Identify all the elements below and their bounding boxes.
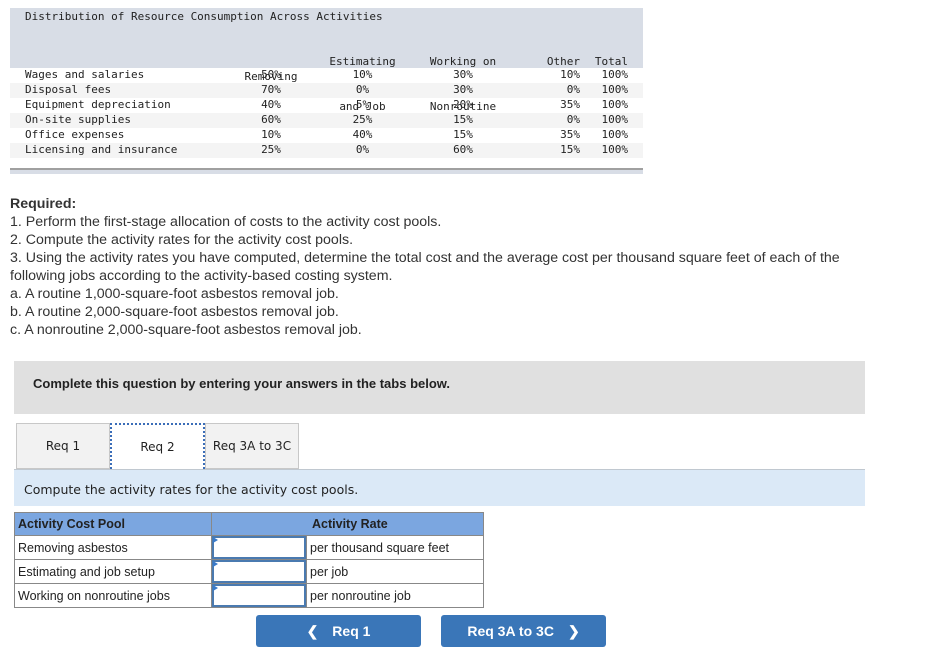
required-section: Required: 1. Perform the first-stage all… bbox=[10, 195, 840, 339]
table-header-row: Activity Cost Pool Activity Rate bbox=[14, 512, 484, 536]
input-marker-icon bbox=[213, 561, 218, 567]
next-req-3a-to-3c-button[interactable]: Req 3A to 3C ❯ bbox=[441, 615, 606, 647]
cell-label: Disposal fees bbox=[25, 83, 112, 96]
cell-working: 15% bbox=[453, 113, 473, 126]
cell-other: 35% bbox=[560, 98, 580, 111]
cell-other: 10% bbox=[560, 68, 580, 81]
rate-input-estimating-job-setup[interactable] bbox=[212, 560, 306, 583]
required-line: 2. Compute the activity rates for the ac… bbox=[10, 232, 354, 248]
table-row: Office expenses 10% 40% 15% 35% 100% bbox=[10, 128, 643, 143]
table-row: Working on nonroutine jobs per nonroutin… bbox=[14, 583, 484, 608]
tab-req-2[interactable]: Req 2 bbox=[110, 423, 205, 469]
cell-total: 100% bbox=[601, 68, 629, 81]
rate-cell bbox=[211, 535, 307, 560]
required-line: b. A routine 2,000-square-foot asbestos … bbox=[10, 304, 339, 320]
required-line: following jobs according to the activity… bbox=[10, 268, 393, 284]
col-total: Total bbox=[594, 55, 628, 68]
required-heading: Required: bbox=[10, 196, 77, 212]
cell-removing: 25% bbox=[261, 143, 281, 156]
cell-total: 100% bbox=[601, 83, 629, 96]
header-activity-rate: Activity Rate bbox=[211, 512, 484, 536]
cell-removing: 50% bbox=[261, 68, 281, 81]
rate-input-removing-asbestos[interactable] bbox=[212, 536, 306, 559]
tab-instruction: Compute the activity rates for the activ… bbox=[14, 469, 865, 506]
cell-estimating: 5% bbox=[355, 98, 370, 111]
tab-req-1[interactable]: Req 1 bbox=[16, 423, 110, 469]
table-row: Equipment depreciation 40% 5% 20% 35% 100% bbox=[10, 98, 643, 113]
table-row: Removing asbestos per thousand square fe… bbox=[14, 535, 484, 560]
cell-working: 60% bbox=[453, 143, 473, 156]
prev-button-label: Req 1 bbox=[332, 623, 371, 639]
input-marker-icon bbox=[213, 585, 218, 591]
rate-unit: per thousand square feet bbox=[306, 535, 484, 560]
cell-estimating: 40% bbox=[352, 128, 373, 141]
cell-working: 15% bbox=[453, 128, 473, 141]
chevron-left-icon: ❮ bbox=[306, 622, 319, 639]
activity-rate-table: Activity Cost Pool Activity Rate Removin… bbox=[14, 512, 484, 608]
table-row: Licensing and insurance 25% 0% 60% 15% 100% bbox=[10, 143, 643, 158]
cell-other: 0% bbox=[566, 113, 580, 126]
cell-label: Office expenses bbox=[25, 128, 125, 141]
cell-total: 100% bbox=[601, 113, 629, 126]
cell-estimating: 0% bbox=[355, 83, 370, 96]
tab-req-3a-to-3c[interactable]: Req 3A to 3C bbox=[205, 423, 299, 469]
cell-working: 30% bbox=[453, 68, 473, 81]
required-line: c. A nonroutine 2,000-square-foot asbest… bbox=[10, 322, 362, 338]
rate-cell bbox=[211, 583, 307, 608]
col-label: Working on bbox=[429, 55, 497, 68]
cell-removing: 60% bbox=[261, 113, 281, 126]
table-row: Disposal fees 70% 0% 30% 0% 100% bbox=[10, 83, 643, 98]
table-header: Distribution of Resource Consumption Acr… bbox=[10, 8, 643, 158]
cell-other: 0% bbox=[566, 83, 580, 96]
pool-name: Estimating and job setup bbox=[14, 559, 212, 584]
cell-label: Equipment depreciation bbox=[25, 98, 171, 111]
table-row: Wages and salaries 50% 10% 30% 10% 100% bbox=[10, 68, 643, 83]
cell-other: 35% bbox=[560, 128, 580, 141]
next-button-label: Req 3A to 3C bbox=[467, 623, 554, 639]
pool-name: Working on nonroutine jobs bbox=[14, 583, 212, 608]
cell-estimating: 0% bbox=[355, 143, 370, 156]
cell-total: 100% bbox=[601, 143, 629, 156]
cell-working: 30% bbox=[453, 83, 473, 96]
cell-label: Licensing and insurance bbox=[25, 143, 178, 156]
required-line: 3. Using the activity rates you have com… bbox=[10, 250, 840, 266]
cell-estimating: 25% bbox=[352, 113, 373, 126]
table-row: Estimating and job setup per job bbox=[14, 559, 484, 584]
header-activity-cost-pool: Activity Cost Pool bbox=[14, 512, 212, 536]
rate-unit: per nonroutine job bbox=[306, 583, 484, 608]
required-line: 1. Perform the first-stage allocation of… bbox=[10, 214, 442, 230]
cell-removing: 70% bbox=[261, 83, 281, 96]
input-marker-icon bbox=[213, 537, 218, 543]
banner-text: Complete this question by entering your … bbox=[33, 376, 451, 391]
chevron-right-icon: ❯ bbox=[567, 622, 580, 639]
cell-other: 15% bbox=[560, 143, 580, 156]
pool-name: Removing asbestos bbox=[14, 535, 212, 560]
instructions-banner: Complete this question by entering your … bbox=[14, 361, 865, 414]
cell-removing: 40% bbox=[261, 98, 281, 111]
cell-total: 100% bbox=[601, 98, 629, 111]
resource-distribution-table: Distribution of Resource Consumption Acr… bbox=[10, 8, 643, 174]
cell-removing: 10% bbox=[261, 128, 281, 141]
cell-estimating: 10% bbox=[352, 68, 373, 81]
prev-req-1-button[interactable]: ❮ Req 1 bbox=[256, 615, 421, 647]
table-row: On-site supplies 60% 25% 15% 0% 100% bbox=[10, 113, 643, 128]
table-title: Distribution of Resource Consumption Acr… bbox=[25, 10, 383, 23]
rate-input-nonroutine-jobs[interactable] bbox=[212, 584, 306, 607]
col-label: Estimating bbox=[329, 55, 396, 68]
rate-unit: per job bbox=[306, 559, 484, 584]
cell-label: On-site supplies bbox=[25, 113, 131, 126]
required-line: a. A routine 1,000-square-foot asbestos … bbox=[10, 286, 339, 302]
rate-cell bbox=[211, 559, 307, 584]
cell-working: 20% bbox=[453, 98, 473, 111]
cell-label: Wages and salaries bbox=[25, 68, 145, 81]
instruction-text: Compute the activity rates for the activ… bbox=[24, 482, 359, 497]
col-other: Other bbox=[546, 55, 580, 68]
cell-total: 100% bbox=[601, 128, 629, 141]
